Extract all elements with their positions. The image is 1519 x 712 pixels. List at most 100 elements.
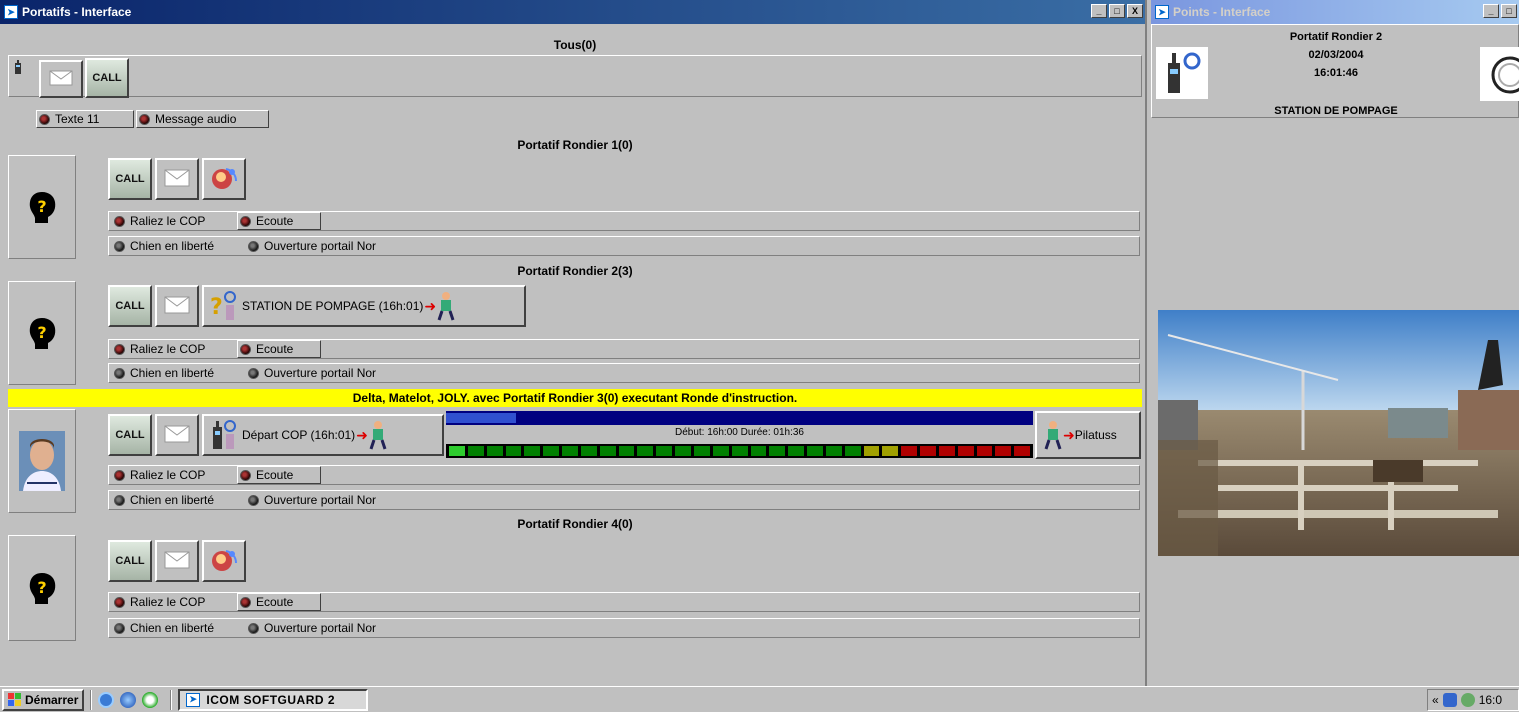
svg-text:?: ? [37,323,46,342]
window-title: Portatifs - Interface [22,5,132,19]
envelope-icon [164,169,190,190]
portatifs-window: ➤ Portatifs - Interface _ □ X Tous(0) CA… [0,0,1147,686]
radio-raliez-cop[interactable]: Raliez le COP [112,212,236,230]
avatar: ? [8,281,76,385]
radio-indicator [39,113,50,125]
event-date: 02/03/2004 [1308,49,1364,61]
call-button[interactable]: CALL [108,285,152,327]
arrow-right-icon: ➜ [356,426,368,443]
avatar [8,409,76,513]
checkpoint-segments [446,444,1033,458]
checkpoint-segment [976,446,993,456]
message-button[interactable] [155,285,199,327]
minimize-button[interactable]: _ [1483,4,1499,18]
status-text: Départ COP (16h:01) [242,428,356,442]
radio-raliez-cop[interactable]: Raliez le COP [112,340,236,358]
desktop-icon[interactable] [98,691,115,708]
radio-raliez-cop[interactable]: Raliez le COP [112,466,236,484]
radio-device-icon [12,60,24,76]
taskbar-app-button[interactable]: ➤ ICOM SOFTGUARD 2 [178,688,369,711]
radio-ecoute[interactable]: Ecoute [237,466,321,484]
checkpoint-segment [675,446,691,456]
checkpoint-segment [467,446,484,456]
checkpoint-segment [1014,446,1031,456]
walking-person-icon [1044,421,1062,450]
radio-ouverture-portail[interactable]: Ouverture portail Nor [246,237,426,255]
envelope-icon [164,551,190,572]
message-button[interactable] [39,60,83,98]
radio-indicator [114,343,125,355]
listen-button[interactable] [202,540,246,582]
checkpoint-segment [995,446,1012,456]
maximize-button[interactable]: □ [1109,4,1125,18]
tray-expand-icon[interactable]: « [1432,693,1439,707]
radio-ecoute[interactable]: Ecoute [237,593,321,611]
checkpoint-segment [524,446,541,456]
unknown-person-icon: ? [29,192,56,223]
taskbar-app-label: ICOM SOFTGUARD 2 [206,692,336,707]
message-button[interactable] [155,158,199,200]
walking-person-icon [437,292,455,321]
portatif-name: Portatif Rondier 2 [1289,31,1383,43]
network-icon[interactable] [1442,693,1457,707]
radio-chien-liberte[interactable]: Chien en liberté [112,491,246,509]
location-name: STATION DE POMPAGE [1274,105,1398,117]
radio-ecoute[interactable]: Ecoute [237,212,321,230]
checkpoint-segment [505,446,522,456]
messenger-icon[interactable] [1460,693,1475,707]
walking-person-icon [369,421,387,450]
checkpoint-segment [486,446,503,456]
radio-texte-11[interactable]: Texte 11 [36,110,134,128]
checkpoint-segment [637,446,654,456]
progress-fill [446,413,517,423]
radio-message-audio[interactable]: Message audio [136,110,269,128]
media-player-icon[interactable] [142,691,159,708]
radio-ouverture-portail[interactable]: Ouverture portail Nor [246,491,426,509]
radio-indicator [114,494,125,506]
destination-status: ➜ Pilatuss [1035,411,1141,459]
progress-bar [446,411,1033,425]
arrow-right-icon: ➜ [424,297,437,314]
windows-logo-icon [8,692,21,706]
portatifs-titlebar[interactable]: ➤ Portatifs - Interface _ □ X [0,0,1145,24]
call-button[interactable]: CALL [108,414,152,456]
radio-indicator [114,469,125,481]
listen-head-icon [212,168,238,189]
checkpoint-segment [656,446,673,456]
message-button[interactable] [155,540,199,582]
radio-chien-liberte[interactable]: Chien en liberté [112,237,246,255]
radio-indicator [248,622,259,634]
app-icon: ➤ [1155,5,1169,19]
radio-raliez-cop[interactable]: Raliez le COP [112,593,236,611]
arrow-right-icon: ➜ [1063,426,1075,443]
call-button[interactable]: CALL [108,158,152,200]
checkpoint-segment [562,446,578,456]
browser-icon[interactable] [120,691,137,708]
radio-indicator [248,367,259,379]
position-status: Départ COP (16h:01) ➜ [202,414,444,456]
call-button-tous[interactable]: CALL [85,58,129,98]
radio-ecoute[interactable]: Ecoute [237,340,321,358]
checkpoint-segment [863,446,880,456]
maximize-button[interactable]: □ [1501,4,1517,18]
radio-indicator [248,494,259,506]
radio-chien-liberte[interactable]: Chien en liberté [112,364,246,382]
app-icon: ➤ [186,692,201,707]
start-button[interactable]: Démarrer [2,688,85,711]
radio-chien-liberte[interactable]: Chien en liberté [112,619,246,637]
taskbar: Démarrer ➤ ICOM SOFTGUARD 2 « 16:0 [0,686,1519,712]
radio-ouverture-portail[interactable]: Ouverture portail Nor [246,364,426,382]
radio-ouverture-portail[interactable]: Ouverture portail Nor [246,619,426,637]
section-header-rondier-1: Portatif Rondier 1(0) [517,138,633,152]
points-titlebar[interactable]: ➤ Points - Interface _ □ [1151,0,1519,24]
close-button[interactable]: X [1127,4,1143,18]
listen-button[interactable] [202,158,246,200]
call-button[interactable]: CALL [108,540,152,582]
avatar: ? [8,535,76,641]
message-button[interactable] [155,414,199,456]
checkpoint-segment [580,446,597,456]
minimize-button[interactable]: _ [1091,4,1107,18]
radio-indicator [139,113,150,125]
clock: 16:0 [1478,693,1503,707]
tous-row [8,55,1142,97]
